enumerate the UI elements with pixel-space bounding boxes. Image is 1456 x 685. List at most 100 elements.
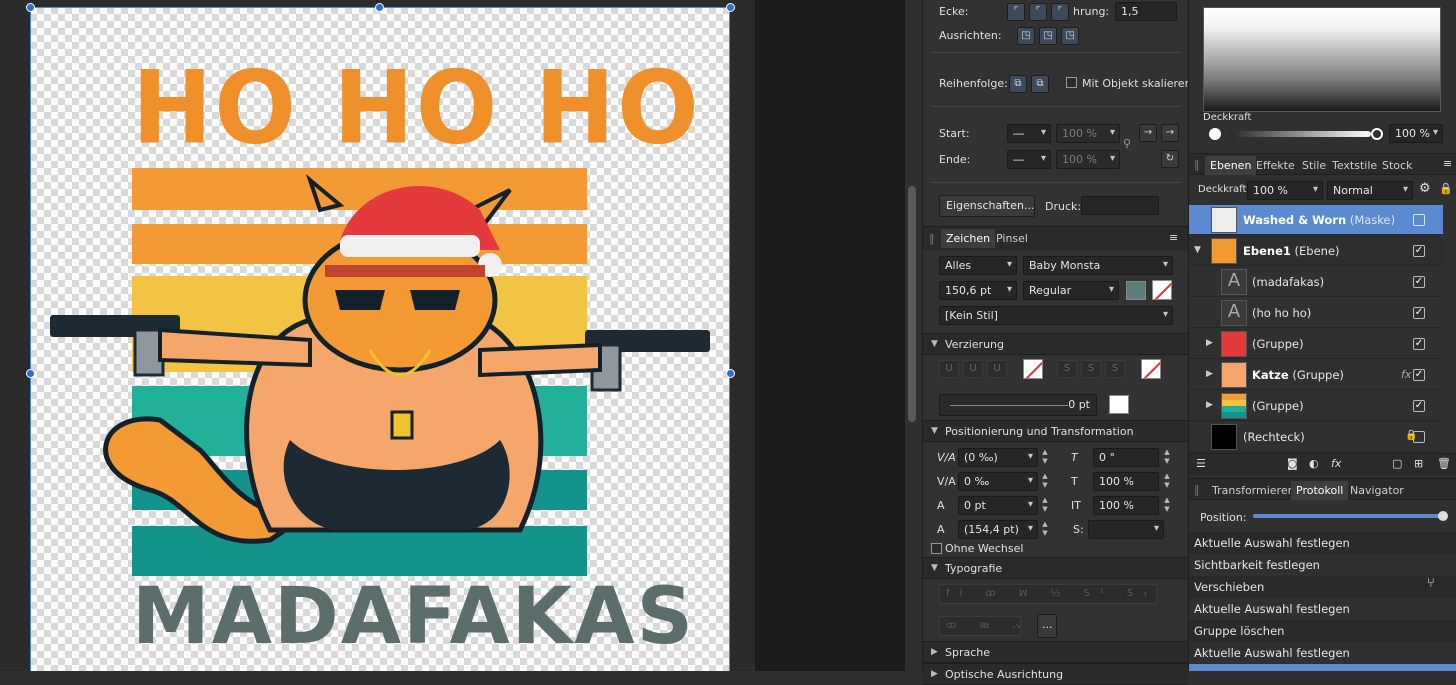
end-scale-input[interactable]: 100 % — [1056, 150, 1120, 169]
positionierung-section-header[interactable]: ▼ Positionierung und Transformation — [923, 420, 1188, 442]
strike-color-none-icon[interactable] — [1141, 359, 1161, 379]
arrow-direction-icon[interactable]: → — [1139, 124, 1157, 142]
optische-section-header[interactable]: ▶ Optische Ausrichtung — [923, 663, 1188, 685]
blend-mode-select[interactable]: Normal — [1327, 181, 1413, 200]
resize-handle-left[interactable] — [26, 369, 35, 378]
layer-row[interactable]: ▼ Ebene1 (Ebene) ✓ — [1189, 236, 1443, 266]
new-layer-icon[interactable]: ▢ — [1392, 457, 1402, 470]
more-typography-button[interactable]: ... — [1037, 614, 1057, 638]
document-canvas[interactable]: HO HO HO MADAFAKAS — [0, 0, 755, 671]
resize-handle-tr[interactable] — [726, 3, 735, 12]
sprache-section-header[interactable]: ▶ Sprache — [923, 641, 1188, 663]
skew-input[interactable]: 0 ° — [1093, 448, 1159, 467]
expand-triangle-icon[interactable]: ▼ — [1194, 245, 1201, 255]
layer-visibility-checkbox[interactable] — [1413, 431, 1425, 443]
tab-navigator[interactable]: Navigator — [1345, 481, 1409, 500]
baseline-input[interactable]: 0 pt — [958, 496, 1038, 515]
resize-handle-tl[interactable] — [26, 3, 35, 12]
vscale-input[interactable]: 100 % — [1093, 496, 1159, 515]
font-size-select[interactable]: 150,6 pt — [939, 281, 1017, 300]
link-icon[interactable]: ⚲ — [1123, 137, 1131, 150]
start-arrow-select[interactable]: ― — [1007, 124, 1051, 143]
layer-visibility-checkbox[interactable]: ✓ — [1413, 338, 1425, 350]
leading-input[interactable]: (154,4 pt) — [958, 520, 1038, 539]
corner-round-icon[interactable]: ⌜ — [1029, 3, 1047, 21]
end-arrow-select[interactable]: ― — [1007, 150, 1051, 169]
history-item-current[interactable] — [1189, 664, 1456, 671]
tab-zeichen[interactable]: Zeichen — [941, 229, 996, 248]
layer-row[interactable]: ▶ (Gruppe) ✓ — [1189, 329, 1443, 359]
layer-row[interactable]: (Rechteck) 🔒 — [1189, 422, 1443, 452]
ohne-wechsel-checkbox[interactable] — [931, 543, 942, 554]
start-scale-input[interactable]: 100 % — [1056, 124, 1120, 143]
baseline-stepper[interactable]: ▲ ▼ — [1041, 496, 1049, 514]
layer-visibility-checkbox[interactable]: ✓ — [1413, 307, 1425, 319]
underline-color-none-icon[interactable] — [1023, 359, 1043, 379]
vertical-scrollbar[interactable] — [908, 186, 916, 422]
eigenschaften-button[interactable]: Eigenschaften... — [939, 195, 1035, 217]
kerning-stepper[interactable]: ▲ ▼ — [1041, 448, 1049, 466]
history-item[interactable]: Verschieben — [1189, 576, 1456, 598]
trash-icon[interactable]: 🗑 — [1437, 457, 1451, 470]
opacity-slider[interactable] — [1231, 131, 1371, 137]
layer-row[interactable]: ▶ (Gruppe) ✓ — [1189, 391, 1443, 421]
layer-row[interactable]: A (ho ho ho) ✓ — [1189, 298, 1443, 328]
group-icon[interactable]: ⊞ — [1414, 457, 1423, 470]
expand-triangle-icon[interactable]: ▶ — [1206, 338, 1213, 348]
history-item[interactable]: Aktuelle Auswahl festlegen — [1189, 598, 1456, 620]
arrow-direction-icon-2[interactable]: → — [1161, 124, 1179, 142]
mask-icon[interactable]: ◙ — [1287, 457, 1298, 470]
underline-double-icon[interactable]: U — [963, 360, 983, 378]
stroke-color-none-icon[interactable] — [1152, 280, 1172, 300]
corner-miter-icon[interactable]: ⌜ — [1007, 3, 1025, 21]
order-back-icon[interactable]: ⧉ — [1031, 75, 1049, 93]
corner-bevel-icon[interactable]: ⌜ — [1051, 3, 1069, 21]
layer-visibility-checkbox[interactable]: ✓ — [1413, 369, 1425, 381]
layer-row[interactable]: ▶ Katze (Gruppe) fx ✓ — [1189, 360, 1443, 390]
font-family-select[interactable]: Baby Monsta — [1023, 256, 1173, 275]
layer-visibility-checkbox[interactable]: ✓ — [1413, 400, 1425, 412]
miter-input[interactable]: 1,5 — [1115, 2, 1177, 21]
scale-with-object-checkbox[interactable] — [1066, 77, 1077, 88]
strike-custom-icon[interactable]: S — [1105, 360, 1125, 378]
history-item[interactable]: Gruppe löschen — [1189, 620, 1456, 642]
tab-textstile[interactable]: Textstile — [1327, 156, 1382, 175]
typografie-section-header[interactable]: ▼ Typografie — [923, 557, 1188, 579]
typography-features-row-2[interactable]: ꝏ ꜳ 𝒜 — [939, 616, 1021, 636]
verzierung-section-header[interactable]: ▼ Verzierung — [923, 333, 1188, 355]
resize-handle-top[interactable] — [375, 3, 384, 12]
s-select[interactable] — [1088, 520, 1164, 539]
tracking-input[interactable]: 0 ‰ — [958, 472, 1038, 491]
typography-features-row-1[interactable]: fi ꝏ ꟽ ½ S¹ S₁ TT Tт — [939, 584, 1157, 604]
history-position-slider[interactable] — [1253, 514, 1443, 518]
expand-triangle-icon[interactable]: ▶ — [1206, 369, 1213, 379]
history-item[interactable]: Aktuelle Auswahl festlegen — [1189, 642, 1456, 664]
pressure-field[interactable] — [1081, 196, 1159, 215]
history-item[interactable]: Aktuelle Auswahl festlegen — [1189, 532, 1456, 554]
layer-visibility-checkbox[interactable] — [1413, 214, 1425, 226]
font-style-select[interactable]: Regular — [1023, 281, 1119, 300]
gear-icon[interactable]: ⚙ — [1419, 181, 1431, 196]
paragraph-style-select[interactable]: [Kein Stil] — [939, 306, 1173, 325]
align-inside-icon[interactable]: ◳ — [1017, 27, 1035, 45]
skew-stepper[interactable]: ▲ ▼ — [1163, 448, 1171, 466]
color-picker-box[interactable] — [1203, 7, 1441, 112]
order-front-icon[interactable]: ⧉ — [1009, 75, 1027, 93]
text-color-swatch[interactable] — [1126, 281, 1146, 300]
tracking-stepper[interactable]: ▲ ▼ — [1041, 472, 1049, 490]
history-item[interactable]: Sichtbarkeit festlegen — [1189, 554, 1456, 576]
tab-protokoll[interactable]: Protokoll — [1291, 481, 1349, 500]
layer-visibility-checkbox[interactable]: ✓ — [1413, 276, 1425, 288]
tab-effekte[interactable]: Effekte — [1251, 156, 1300, 175]
tab-pinsel[interactable]: Pinsel — [991, 229, 1033, 248]
opacity-slider-thumb[interactable] — [1371, 128, 1383, 140]
history-branch-icon[interactable]: ⑂ — [1427, 576, 1435, 591]
layer-row[interactable]: Washed & Worn (Maske) — [1189, 205, 1443, 235]
tab-stock[interactable]: Stock — [1377, 156, 1417, 175]
resize-handle-right[interactable] — [726, 369, 735, 378]
tab-ebenen[interactable]: Ebenen — [1205, 156, 1257, 175]
stroke-fill-swatch[interactable] — [1109, 395, 1129, 414]
font-scope-select[interactable]: Alles — [939, 256, 1017, 275]
stroke-width-slider[interactable]: 0 pt — [939, 394, 1097, 416]
hscale-stepper[interactable]: ▲ ▼ — [1163, 472, 1171, 490]
